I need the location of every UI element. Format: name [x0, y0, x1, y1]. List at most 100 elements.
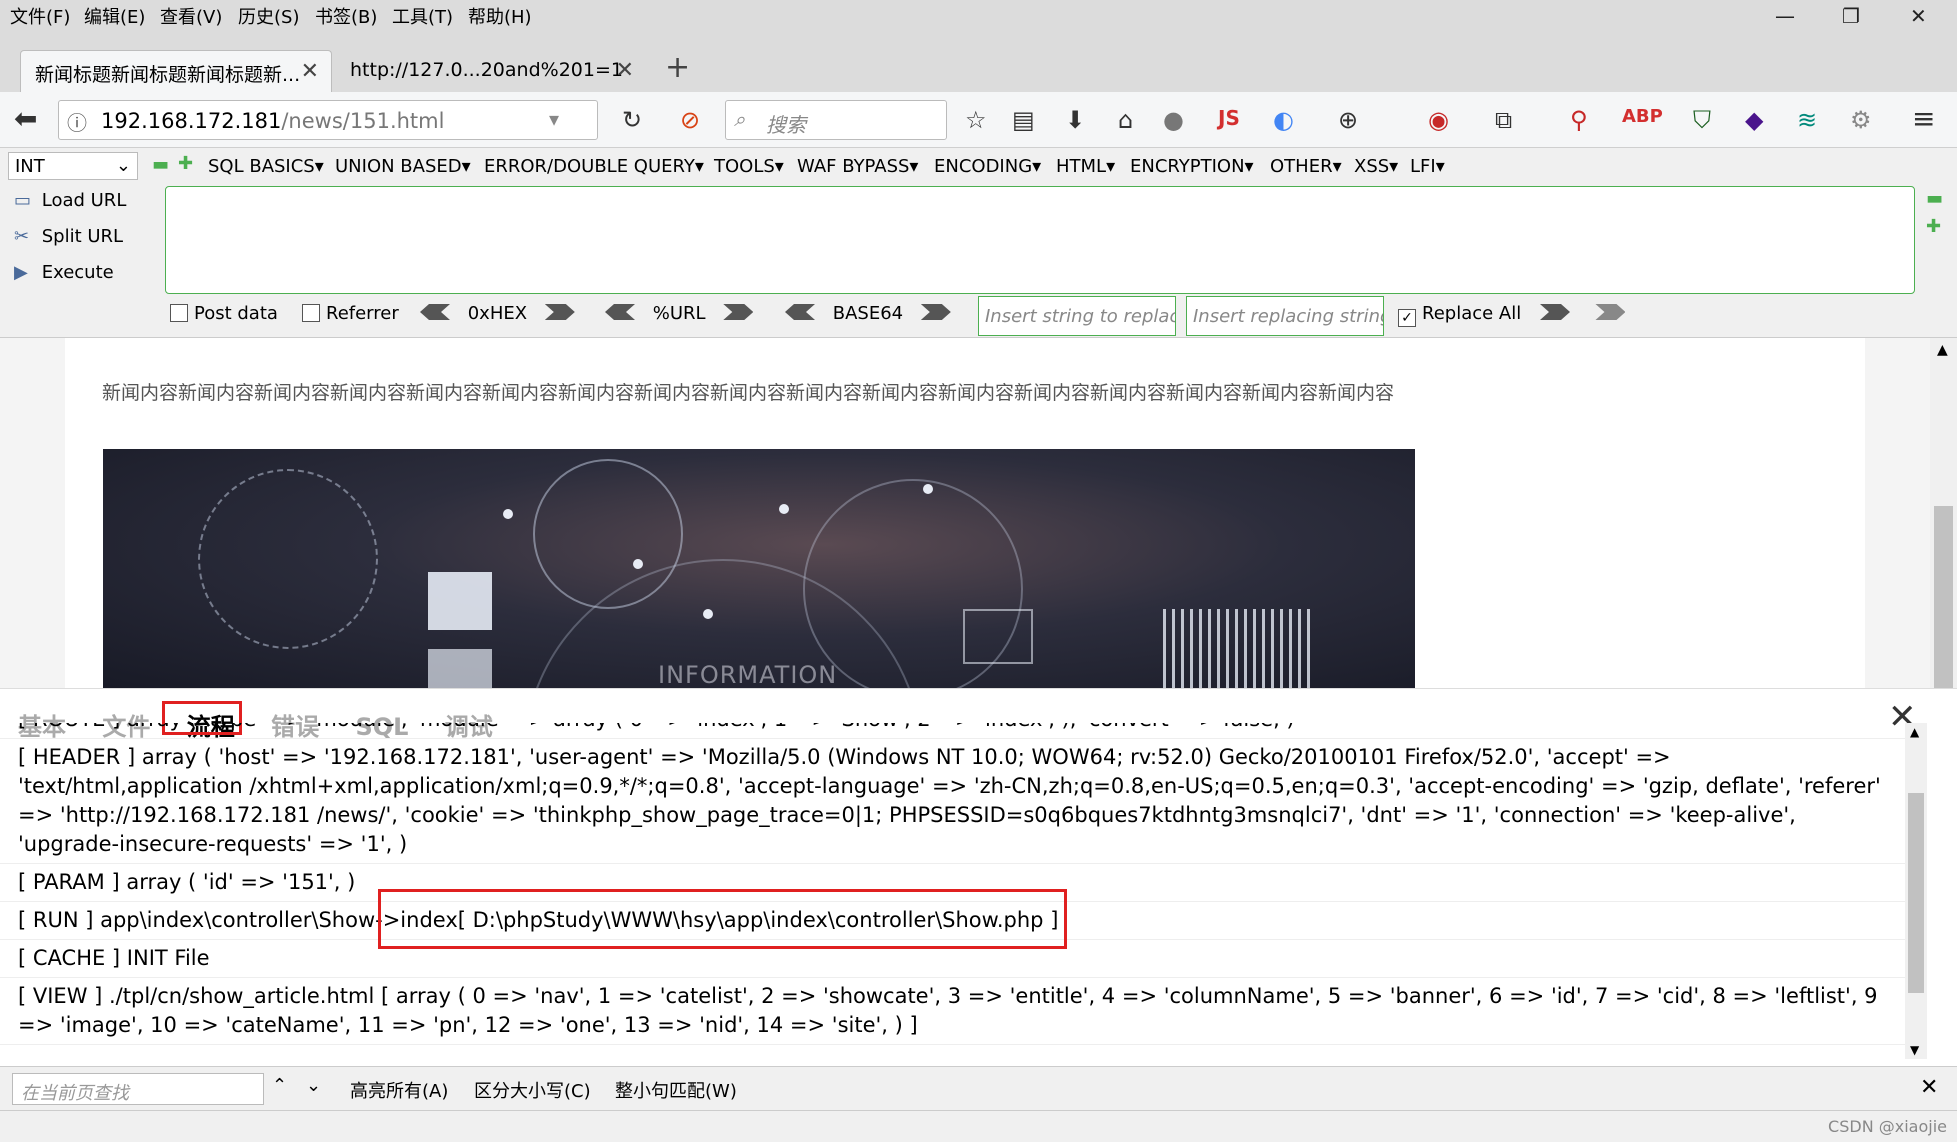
- minimize-icon[interactable]: —: [1775, 4, 1795, 28]
- referrer-checkbox[interactable]: Referrer: [302, 303, 399, 324]
- highlight-all-button[interactable]: 高亮所有(A): [350, 1077, 448, 1103]
- scroll-thumb[interactable]: [1934, 506, 1953, 688]
- tab-strip: 新闻标题新闻标题新闻标题新... ✕ http://127.0...20and%…: [0, 30, 1957, 92]
- arrow-right-icon[interactable]: [920, 304, 951, 320]
- menu-file[interactable]: 文件(F): [10, 3, 70, 29]
- trace-scrollbar[interactable]: ▲ ▼: [1905, 723, 1927, 1059]
- js-icon[interactable]: JS: [1218, 106, 1240, 130]
- scroll-up-icon[interactable]: ▲: [1910, 725, 1919, 739]
- shield-icon[interactable]: ⛉: [1693, 106, 1711, 134]
- addon-globe-icon[interactable]: ●: [1163, 106, 1184, 134]
- addon-wave-icon[interactable]: ≋: [1797, 106, 1817, 134]
- adblock-icon[interactable]: ABP: [1622, 106, 1663, 127]
- find-bar: 在当前页查找 ⌃ ⌄ 高亮所有(A) 区分大小写(C) 整小句匹配(W) ✕: [0, 1066, 1957, 1110]
- watermark: CSDN @xiaojie: [1828, 1117, 1947, 1136]
- replace-string-input[interactable]: Insert string to replace: [978, 296, 1176, 336]
- menu-history[interactable]: 历史(S): [238, 3, 299, 29]
- url-textarea[interactable]: [165, 186, 1915, 294]
- menu-html[interactable]: HTML▾: [1056, 156, 1115, 177]
- hackbar-panel: INT ⌄ ▬ ✚ SQL BASICS▾ UNION BASED▾ ERROR…: [0, 148, 1957, 338]
- tab-close-icon[interactable]: ✕: [301, 59, 319, 84]
- new-tab-icon[interactable]: +: [665, 50, 690, 85]
- reload-icon[interactable]: ↻: [622, 106, 642, 134]
- tab-close-icon[interactable]: ✕: [616, 58, 634, 83]
- settings-gear-icon[interactable]: ⚙: [1850, 106, 1872, 134]
- hamburger-menu-icon[interactable]: ≡: [1912, 102, 1935, 135]
- checkbox-box: [302, 304, 320, 322]
- scroll-up-icon[interactable]: ▲: [1937, 342, 1948, 358]
- dropdown-icon[interactable]: ▾: [549, 107, 559, 131]
- noscript-icon[interactable]: ⊘: [680, 106, 700, 134]
- reading-list-icon[interactable]: ▤: [1012, 106, 1035, 134]
- menu-error-double-query[interactable]: ERROR/DOUBLE QUERY▾: [484, 156, 704, 177]
- scroll-thumb[interactable]: [1908, 793, 1924, 993]
- plus-icon[interactable]: ✚: [178, 153, 193, 174]
- menu-tools[interactable]: 工具(T): [392, 3, 453, 29]
- highlight-box: [378, 889, 1067, 949]
- post-data-checkbox[interactable]: Post data: [170, 303, 278, 324]
- restore-icon[interactable]: ❐: [1842, 4, 1860, 28]
- menu-encryption[interactable]: ENCRYPTION▾: [1130, 156, 1254, 177]
- addon-diamond-icon[interactable]: ◆: [1745, 106, 1763, 134]
- load-url-button[interactable]: ▭ Load URL: [14, 190, 126, 211]
- arrow-left-icon[interactable]: [605, 304, 635, 320]
- arrow-right-icon[interactable]: [723, 304, 754, 320]
- type-select[interactable]: INT ⌄: [8, 152, 138, 180]
- arrow-left-icon[interactable]: [420, 304, 450, 320]
- plus-icon[interactable]: ✚: [1926, 216, 1941, 237]
- panel-shape: [428, 572, 492, 630]
- screenshot-icon[interactable]: ⧉: [1495, 106, 1512, 134]
- page-scrollbar[interactable]: ▲: [1930, 338, 1957, 688]
- tab-local[interactable]: http://127.0...20and%201=1 ✕: [336, 50, 646, 92]
- arrow-right-icon[interactable]: [544, 304, 575, 320]
- zoom-icon[interactable]: ⚲: [1570, 106, 1588, 134]
- execute-button[interactable]: ▶ Execute: [14, 262, 114, 283]
- back-icon[interactable]: ⬅: [14, 102, 37, 135]
- trace-line-header: [ HEADER ] array ( 'host' => '192.168.17…: [0, 739, 1905, 864]
- replace-all-checkbox[interactable]: ✓ Replace All: [1398, 303, 1521, 327]
- menu-encoding[interactable]: ENCODING▾: [934, 156, 1041, 177]
- info-icon[interactable]: ⓘ: [67, 107, 87, 136]
- menu-xss[interactable]: XSS▾: [1354, 156, 1398, 177]
- arrow-right-icon[interactable]: [1540, 304, 1570, 320]
- minus-icon[interactable]: ▬: [1926, 188, 1943, 209]
- close-window-icon[interactable]: ✕: [1910, 4, 1927, 28]
- menu-tools[interactable]: TOOLS▾: [714, 156, 784, 177]
- arrow-right-icon[interactable]: [1595, 304, 1626, 320]
- node-dot: [779, 504, 789, 514]
- close-icon[interactable]: ✕: [1920, 1075, 1938, 1100]
- scroll-down-icon[interactable]: ▼: [1910, 1043, 1919, 1057]
- menu-other[interactable]: OTHER▾: [1270, 156, 1342, 177]
- download-icon[interactable]: ⬇: [1065, 106, 1085, 134]
- replacing-string-input[interactable]: Insert replacing string: [1186, 296, 1384, 336]
- menu-sql-basics[interactable]: SQL BASICS▾: [208, 156, 324, 177]
- menu-view[interactable]: 查看(V): [160, 3, 222, 29]
- url-bar[interactable]: ⓘ 192.168.172.181/news/151.html ▾: [58, 100, 598, 140]
- palette-icon[interactable]: ⊕: [1338, 106, 1358, 134]
- tab-title: http://127.0...20and%201=1: [350, 59, 623, 81]
- bar-graphic: [1163, 609, 1313, 688]
- checkmark-icon: ✓: [1398, 309, 1416, 327]
- match-case-button[interactable]: 区分大小写(C): [474, 1077, 591, 1103]
- tab-news[interactable]: 新闻标题新闻标题新闻标题新... ✕: [20, 50, 332, 92]
- menu-waf-bypass[interactable]: WAF BYPASS▾: [797, 156, 918, 177]
- bookmark-star-icon[interactable]: ☆: [965, 106, 987, 134]
- menu-bookmarks[interactable]: 书签(B): [315, 3, 377, 29]
- menu-lfi[interactable]: LFI▾: [1410, 156, 1445, 177]
- search-input[interactable]: ⌕ 搜索: [725, 100, 947, 140]
- split-url-button[interactable]: ✂ Split URL: [14, 226, 123, 247]
- find-next-icon[interactable]: ⌄: [306, 1075, 321, 1096]
- menu-union-based[interactable]: UNION BASED▾: [335, 156, 471, 177]
- status-bar: CSDN @xiaojie: [0, 1110, 1957, 1142]
- addon-color-icon[interactable]: ◐: [1273, 106, 1294, 134]
- find-input[interactable]: 在当前页查找: [12, 1073, 264, 1105]
- whole-word-button[interactable]: 整小句匹配(W): [615, 1077, 737, 1103]
- find-previous-icon[interactable]: ⌃: [272, 1075, 287, 1096]
- menu-edit[interactable]: 编辑(E): [84, 3, 145, 29]
- home-icon[interactable]: ⌂: [1118, 106, 1133, 134]
- addon-red-icon[interactable]: ◉: [1428, 106, 1449, 134]
- menu-help[interactable]: 帮助(H): [468, 3, 532, 29]
- execute-icon: ▶: [14, 262, 28, 283]
- arrow-left-icon[interactable]: [785, 304, 815, 320]
- minus-icon[interactable]: ▬: [152, 154, 169, 175]
